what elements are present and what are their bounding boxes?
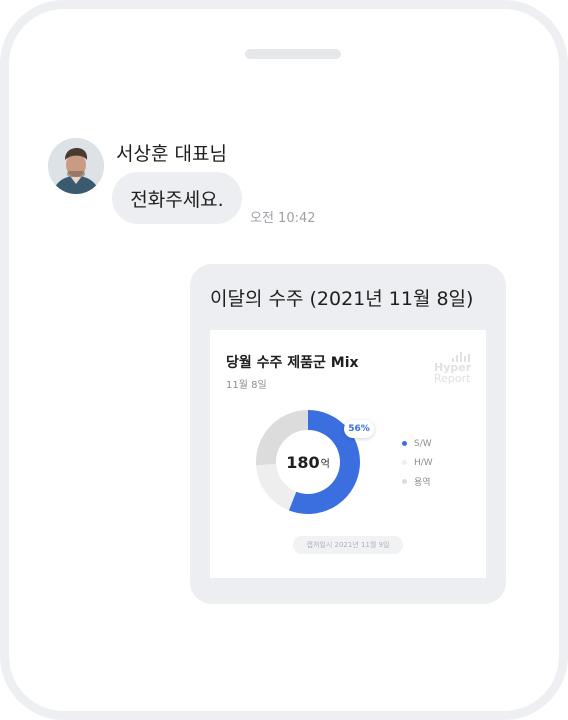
legend-dot-icon (402, 460, 407, 465)
hyper-report-logo: Hyper Report (434, 352, 474, 384)
legend-label: H/W (414, 457, 433, 468)
sender-name: 서상훈 대표님 (116, 143, 227, 165)
report-message-card[interactable]: 이달의 수주 (2021년 11월 8일) 당월 수주 제품군 Mix 11월 … (190, 264, 506, 604)
percent-badge: 56% (344, 420, 374, 438)
donut-slice-0 (288, 410, 360, 514)
message-timestamp: 오전 10:42 (250, 211, 316, 226)
legend-dot-icon (402, 441, 407, 446)
report-panel[interactable]: 당월 수주 제품군 Mix 11월 8일 Hyper Report 180 억 … (210, 330, 486, 578)
report-title: 이달의 수주 (2021년 11월 8일) (210, 288, 474, 310)
donut-slice-1 (256, 463, 297, 511)
panel-date: 11월 8일 (226, 380, 267, 391)
legend-item: S/W (402, 434, 433, 453)
chart-legend: S/W H/W 용역 (402, 434, 433, 491)
panel-title: 당월 수주 제품군 Mix (226, 355, 359, 371)
legend-label: 용역 (414, 478, 431, 488)
legend-item: 용역 (402, 472, 433, 491)
legend-dot-icon (402, 479, 407, 484)
legend-item: H/W (402, 453, 433, 472)
avatar-portrait-icon (48, 138, 104, 194)
capture-timestamp: 캡쳐일시 2021년 11월 9일 (293, 536, 403, 554)
phone-speaker (245, 49, 341, 59)
avatar[interactable] (48, 138, 104, 194)
donut-slice-2 (256, 410, 309, 466)
logo-text-report: Report (434, 372, 471, 385)
message-bubble[interactable]: 전화주세요. (112, 172, 242, 224)
legend-label: S/W (414, 438, 432, 449)
